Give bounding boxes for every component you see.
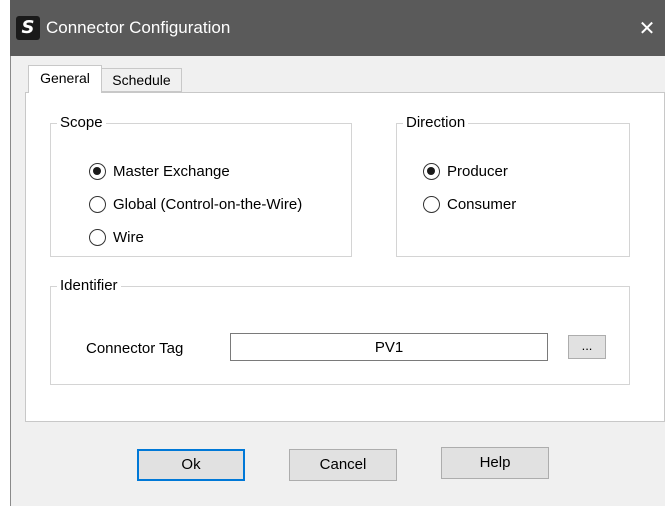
- radio-master-exchange[interactable]: Master Exchange: [89, 161, 289, 183]
- connector-tag-label: Connector Tag: [86, 340, 184, 357]
- radio-wire[interactable]: Wire: [89, 227, 189, 249]
- tab-general[interactable]: General: [28, 65, 102, 93]
- radio-label: Master Exchange: [113, 163, 230, 180]
- radio-button[interactable]: [423, 196, 440, 213]
- connector-configuration-dialog: S Connector Configuration ✕ General Sche…: [0, 0, 665, 506]
- window-title: Connector Configuration: [46, 18, 231, 37]
- title-bar[interactable]: S Connector Configuration ✕: [10, 0, 665, 56]
- radio-button[interactable]: [89, 196, 106, 213]
- help-button[interactable]: Help: [441, 447, 549, 479]
- radio-label: Global (Control-on-the-Wire): [113, 196, 303, 213]
- tab-schedule[interactable]: Schedule: [102, 68, 182, 92]
- connector-tag-input[interactable]: [230, 333, 548, 361]
- cancel-button[interactable]: Cancel: [289, 449, 397, 481]
- radio-button-checked[interactable]: [423, 163, 440, 180]
- ok-button[interactable]: Ok: [137, 449, 245, 481]
- scope-group: Scope Master Exchange Global (Control-on…: [50, 114, 352, 257]
- radio-label: Consumer: [447, 196, 517, 213]
- dialog-client-area: General Schedule Scope Master Exchange G…: [11, 56, 665, 506]
- radio-label: Wire: [113, 229, 144, 246]
- direction-group: Direction Producer Consumer: [396, 114, 630, 257]
- radio-consumer[interactable]: Consumer: [423, 194, 553, 216]
- radio-global-control-on-the-wire[interactable]: Global (Control-on-the-Wire): [89, 194, 349, 216]
- scope-legend: Scope: [60, 114, 103, 131]
- radio-label: Producer: [447, 163, 508, 180]
- radio-button-checked[interactable]: [89, 163, 106, 180]
- identifier-group: Identifier Connector Tag ...: [50, 277, 630, 385]
- close-button[interactable]: ✕: [629, 8, 665, 48]
- app-logo-icon: S: [16, 16, 40, 40]
- identifier-legend: Identifier: [60, 277, 118, 294]
- radio-button[interactable]: [89, 229, 106, 246]
- general-tab-page: Scope Master Exchange Global (Control-on…: [25, 92, 665, 422]
- direction-legend: Direction: [406, 114, 466, 131]
- browse-button[interactable]: ...: [568, 335, 606, 359]
- radio-producer[interactable]: Producer: [423, 161, 553, 183]
